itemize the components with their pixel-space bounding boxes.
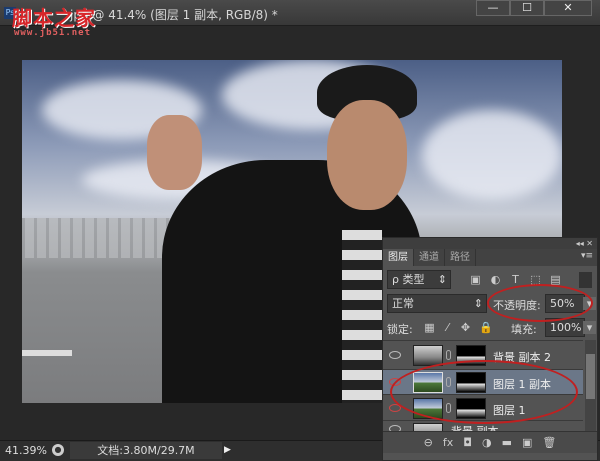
tab-layers[interactable]: 图层	[383, 249, 414, 266]
opacity-highlight-ring	[487, 284, 593, 322]
document-size: 文档:3.80M/29.7M	[70, 442, 222, 459]
layer-thumbnail	[413, 423, 443, 431]
panel-collapse-close[interactable]: ◂◂ ✕	[383, 238, 597, 249]
blend-mode-select[interactable]: 正常 ⇕	[387, 294, 487, 313]
link-layers-icon[interactable]: ⊖	[424, 432, 433, 453]
blend-mode-value: 正常	[392, 297, 414, 310]
lock-position-move-icon[interactable]: ✥	[459, 321, 472, 334]
layers-scrollbar[interactable]	[585, 340, 596, 432]
filter-type-select[interactable]: ρ 类型 ⇕	[387, 270, 451, 289]
visibility-eye-icon[interactable]	[389, 351, 401, 359]
fill-dropdown-icon[interactable]: ▾	[583, 321, 596, 334]
lock-label: 锁定:	[387, 323, 413, 336]
lock-transparency-icon[interactable]: ▦	[423, 321, 436, 334]
pixel-filter-icon[interactable]: ▣	[469, 273, 482, 286]
layer-style-fx-icon[interactable]: fx	[443, 432, 453, 453]
maximize-button[interactable]: ☐	[510, 0, 544, 16]
document-title: jpg @ 41.4% (图层 1 副本, RGB/8) *	[70, 8, 278, 22]
title-bar: Ps jpg @ 41.4% (图层 1 副本, RGB/8) * 脚本之家 —…	[0, 0, 600, 30]
minimize-button[interactable]: —	[476, 0, 510, 16]
tab-paths[interactable]: 路径	[445, 249, 476, 266]
new-layer-icon[interactable]: ▣	[522, 432, 532, 453]
status-menu-arrow[interactable]: ▶	[224, 442, 234, 459]
type-filter-icon[interactable]: T	[509, 273, 522, 286]
fill-label: 填充:	[511, 323, 537, 336]
lock-pixels-brush-icon[interactable]: ⁄	[441, 321, 454, 334]
watermark-logo: 脚本之家	[12, 6, 96, 30]
add-mask-icon[interactable]: ◘	[463, 432, 472, 453]
watermark-url: www.jb51.net	[14, 28, 92, 38]
mask-link-icon[interactable]	[446, 350, 451, 360]
zoom-level[interactable]: 41.39%	[5, 444, 47, 457]
close-button[interactable]: ✕	[544, 0, 592, 16]
lock-all-icon[interactable]: 🔒	[479, 321, 493, 334]
panel-menu-icon[interactable]: ▾≡	[581, 251, 593, 261]
tab-channels[interactable]: 通道	[414, 249, 445, 266]
delete-layer-trash-icon[interactable]: 🗑	[542, 432, 556, 453]
adjustment-layer-icon[interactable]: ◑	[482, 432, 492, 453]
select-arrows-icon: ⇕	[473, 297, 483, 310]
layers-highlight-ring	[390, 360, 578, 424]
adjustment-filter-icon[interactable]: ◐	[489, 273, 502, 286]
layer-name: 背景 副本	[451, 423, 499, 431]
select-arrows-icon: ⇕	[437, 273, 447, 286]
filter-label: ρ 类型	[392, 273, 425, 286]
layers-panel: ◂◂ ✕ 图层 通道 路径 ▾≡ ρ 类型 ⇕ ▣ ◐ T ⬚ ▤ 正常 ⇕ 不透明…	[382, 237, 598, 461]
new-group-folder-icon[interactable]: ▬	[502, 432, 512, 453]
filter-toggle[interactable]	[579, 272, 592, 288]
info-icon[interactable]: ●	[52, 444, 64, 456]
